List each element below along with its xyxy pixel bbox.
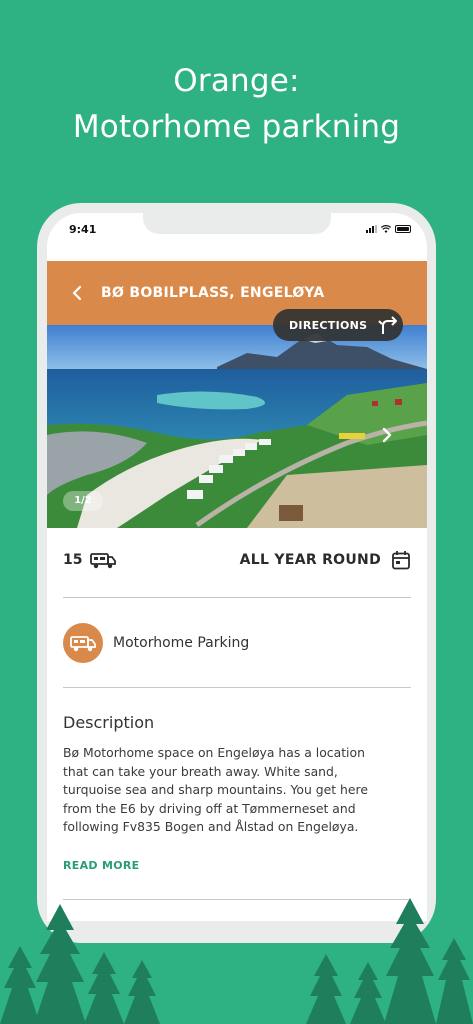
status-time: 9:41 [69, 223, 97, 236]
back-button[interactable] [59, 275, 95, 311]
divider [63, 687, 411, 688]
season-info: ALL YEAR ROUND [240, 550, 411, 570]
read-more-link[interactable]: READ MORE [63, 859, 139, 872]
season-value: ALL YEAR ROUND [239, 552, 381, 568]
directions-button[interactable]: DIRECTIONS [273, 309, 403, 341]
location-photo[interactable] [47, 325, 427, 528]
promo-headline-line1: Orange: [173, 63, 300, 99]
description-text: Bø Motorhome space on Engeløya has a loc… [63, 745, 368, 834]
info-row: 15 ALL YEAR ROUND [63, 545, 411, 575]
tree-decoration [0, 898, 473, 1024]
directions-label: DIRECTIONS [289, 318, 368, 332]
battery-icon [395, 225, 411, 233]
landscape-image [47, 325, 427, 528]
signal-icon [366, 225, 377, 233]
motorhome-icon [90, 553, 117, 569]
chevron-left-icon [72, 285, 82, 301]
promo-headline-line2: Motorhome parkning [72, 109, 401, 145]
capacity-value: 15 [63, 552, 83, 568]
capacity-info: 15 [63, 551, 117, 569]
gallery-counter: 1/2 [63, 491, 103, 511]
calendar-icon [392, 551, 410, 570]
wifi-icon [381, 225, 391, 233]
promo-headline: Orange: Motorhome parkning [0, 58, 473, 150]
parking-type-label: Motorhome Parking [113, 635, 250, 651]
phone-notch [143, 213, 331, 234]
status-icons [366, 225, 411, 233]
chevron-right-icon[interactable] [377, 425, 397, 445]
turn-right-arrow-icon [378, 316, 398, 334]
parking-type: Motorhome Parking [63, 623, 249, 663]
divider [63, 597, 411, 598]
motorhome-icon [70, 636, 96, 652]
phone-screen: 9:41 BØ BOBILPLASS, ENGELØYA DIRECTIONS … [47, 213, 427, 921]
parking-type-badge [63, 623, 103, 663]
description-heading: Description [63, 713, 155, 732]
page-title: BØ BOBILPLASS, ENGELØYA [101, 285, 325, 301]
